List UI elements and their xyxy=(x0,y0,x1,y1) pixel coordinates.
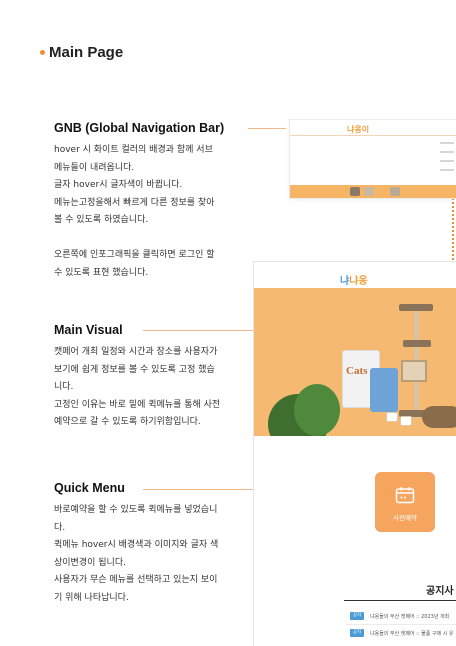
main-visual-desc-line: 캣페어 개최 일정와 시간과 장소를 사용자가 xyxy=(54,347,218,357)
main-visual-desc-line: 보기에 쉽게 정보를 볼 수 있도록 고정 했습 xyxy=(54,364,215,375)
gnb-desc-line: 메뉴는고정을해서 빠르게 다른 정보를 찾아 xyxy=(54,197,215,208)
gnb-preview: 냐옹이 xyxy=(290,120,456,198)
gnb-preview-product xyxy=(350,187,360,196)
main-visual-desc-line: 니다. xyxy=(54,382,74,392)
main-visual-banner: Cats xyxy=(254,288,456,436)
section-quick-menu: Quick Menu 바로예약을 할 수 있도록 퀵메뉴를 넣었습니 다. 퀵메… xyxy=(54,481,244,607)
site-logo-prefix: 냐 xyxy=(340,276,350,287)
page-title: Main Page xyxy=(49,44,124,61)
bullet-dot-icon xyxy=(40,50,45,55)
section-quick-menu-description: 바로예약을 할 수 있도록 퀵메뉴를 넣었습니 다. 퀵메뉴 hover시 배경… xyxy=(54,502,244,607)
section-gnb-description: hover 시 화이트 컬러의 배경과 함께 서브 메뉴들이 내려옵니다. 글자… xyxy=(54,142,244,282)
main-visual-desc-line: 고정인 이유는 바로 밑에 퀵메뉴를 통해 사전 xyxy=(54,399,221,410)
main-visual-connector-line xyxy=(143,330,269,331)
notice-divider xyxy=(344,600,456,601)
notice-row[interactable]: 공지 냐옹들의 부산 캣페어 :: 2023년 개최 xyxy=(350,612,449,620)
gnb-desc-line: 수 있도록 표현 했습니다. xyxy=(54,267,149,278)
main-visual-desc-line: 예약으로 갈 수 있도록 하기위함입니다. xyxy=(54,417,201,427)
gnb-desc-line: 글자 hover시 글자색이 바뀝니다. xyxy=(54,180,183,190)
quick-menu-reservation-button[interactable]: 사전예약 xyxy=(375,472,435,532)
section-quick-menu-title: Quick Menu xyxy=(54,481,125,495)
quick-menu-reservation-label: 사전예약 xyxy=(393,514,417,522)
gnb-preview-divider xyxy=(290,135,456,136)
notice-row-text: 냐옹들의 부산 캣페어 :: 물품 구매 시 유 xyxy=(370,630,454,637)
site-logo[interactable]: 냐냐옹 xyxy=(340,272,368,287)
gnb-dotted-connector xyxy=(452,198,454,272)
section-main-visual-description: 캣페어 개최 일정와 시간과 장소를 사용자가 보기에 쉽게 정보를 볼 수 있… xyxy=(54,344,244,432)
scratcher-image xyxy=(422,406,456,428)
quick-menu-desc-line: 바로예약을 할 수 있도록 퀵메뉴를 넣었습니 xyxy=(54,505,218,515)
gnb-desc-line: 볼 수 있도록 하였습니다. xyxy=(54,215,149,225)
section-gnb-title: GNB (Global Navigation Bar) xyxy=(54,121,225,135)
quick-menu-desc-line: 상이변경이 됩니다. xyxy=(54,557,126,568)
gnb-preview-hero-strip xyxy=(290,185,456,198)
gnb-desc-spacer xyxy=(54,230,244,248)
plant-image xyxy=(294,384,340,436)
notice-row-divider xyxy=(346,624,456,625)
cat-treat-bag-image xyxy=(370,368,398,412)
quick-menu-desc-line: 기 위해 나타납니다. xyxy=(54,592,129,603)
gnb-preview-submenu xyxy=(440,142,456,178)
main-page-preview: 냐냐옹 Cats 사전예약 공지사 공지 냐옹들의 부산 캣페어:: 2023… xyxy=(254,262,456,646)
notice-row[interactable]: 공지 냐옹들의 부산 캣페어 :: 물품 구매 시 유 xyxy=(350,629,454,637)
cat-tower-image xyxy=(399,300,433,418)
gnb-preview-logo: 냐옹이 xyxy=(347,125,370,134)
gnb-desc-line: hover 시 화이트 컬러의 배경과 함께 서브 xyxy=(54,145,213,155)
gnb-preview-product xyxy=(364,187,374,196)
quick-menu-desc-line: 다. xyxy=(54,522,66,533)
gnb-desc-line: 오른쪽에 인포그래픽을 클릭하면 로그인 할 xyxy=(54,250,215,260)
notice-tag: 공지 xyxy=(350,612,364,620)
gnb-connector-line xyxy=(248,128,286,129)
quick-menu-connector-line xyxy=(143,489,269,490)
section-main-visual: Main Visual 캣페어 개최 일정와 시간과 장소를 사용자가 보기에 … xyxy=(54,323,244,432)
notice-tag: 공지 xyxy=(350,629,364,637)
gnb-preview-product xyxy=(390,187,400,196)
page-heading: Main Page xyxy=(40,44,123,61)
section-gnb: GNB (Global Navigation Bar) hover 시 화이트 … xyxy=(54,121,244,282)
product-label: Cats xyxy=(346,365,368,377)
calendar-icon xyxy=(395,487,415,504)
cat-food-can-image xyxy=(386,412,398,422)
notice-row-text: 냐옹들의 부산 캣페어 :: 2023년 개최 xyxy=(370,613,450,620)
site-logo-text: 냐옹 xyxy=(349,276,368,287)
quick-menu-desc-line: 사용자가 무슨 메뉴를 선택하고 있는지 보이 xyxy=(54,575,218,585)
gnb-desc-line: 메뉴들이 내려옵니다. xyxy=(54,162,135,173)
quick-menu-desc-line: 퀵메뉴 hover시 배경색과 이미지와 글자 색 xyxy=(54,540,219,550)
cat-food-can-image xyxy=(400,416,412,426)
notice-title: 공지사 xyxy=(426,586,454,597)
